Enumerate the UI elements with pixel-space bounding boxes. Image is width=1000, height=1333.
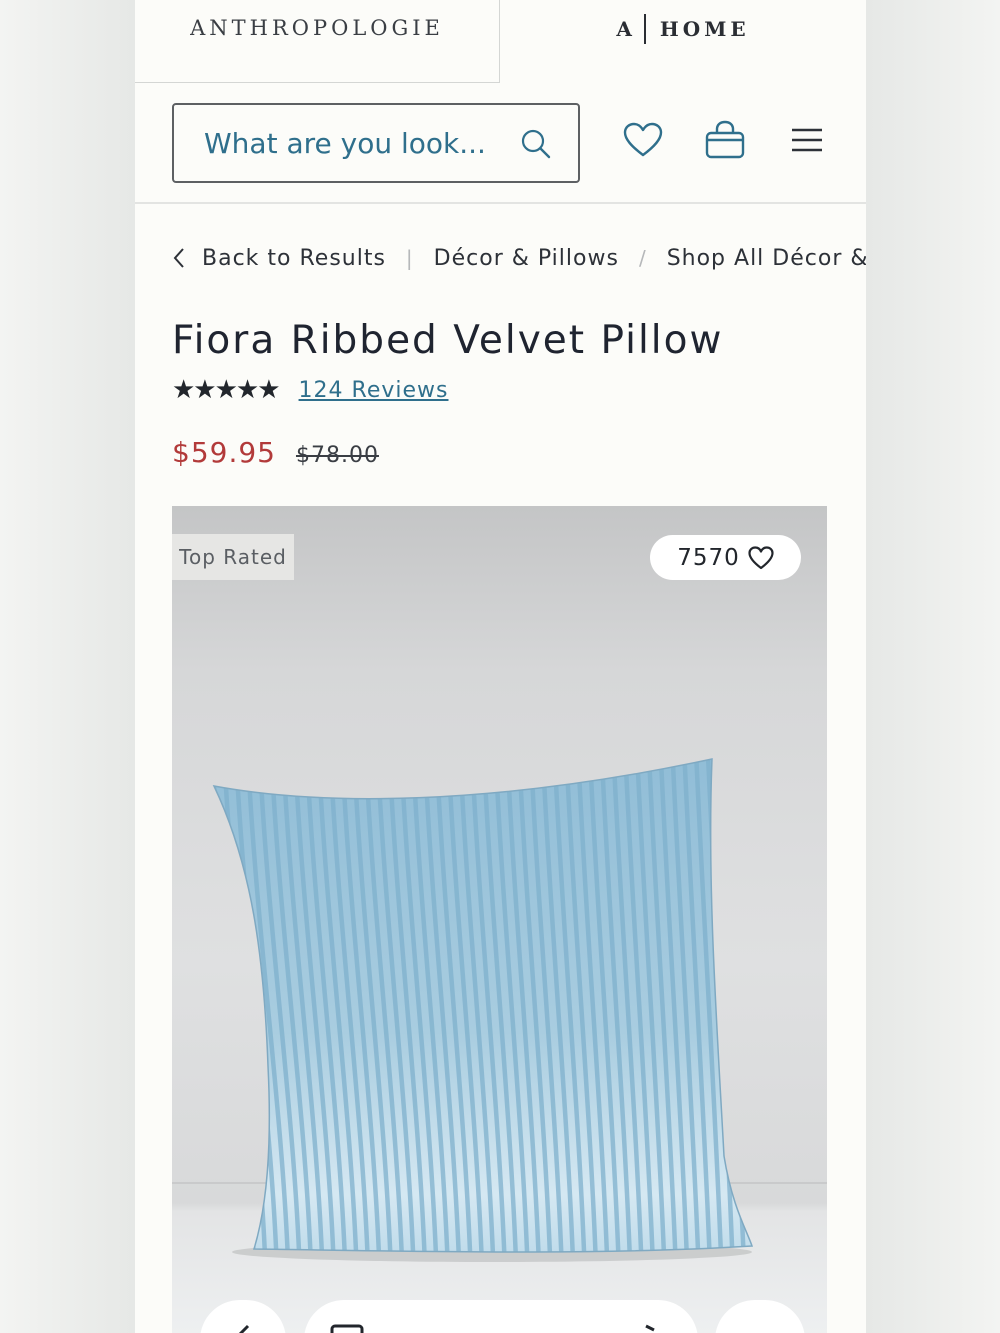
- action-icons: [330, 1324, 655, 1333]
- breadcrumb: Back to Results | Décor & Pillows / Shop…: [172, 240, 866, 276]
- anthropologie-logo: ANTHROPOLOGIE: [190, 16, 444, 40]
- breadcrumb-shop-all[interactable]: Shop All Décor & Pillo: [667, 246, 866, 271]
- floating-back-button[interactable]: [200, 1300, 286, 1333]
- original-price: $78.00: [295, 443, 379, 468]
- breadcrumb-decor-pillows[interactable]: Décor & Pillows: [434, 246, 619, 271]
- chevron-left-icon: [173, 248, 184, 268]
- favorite-button[interactable]: 7570: [650, 535, 801, 580]
- floating-action-bar[interactable]: [304, 1300, 698, 1333]
- pillow-image: [212, 758, 754, 1262]
- reviews-link[interactable]: 124 Reviews: [299, 378, 449, 403]
- product-rating: ★★★★★ 124 Reviews: [172, 375, 449, 405]
- left-backdrop: [0, 0, 135, 1333]
- wishlist-button[interactable]: [621, 118, 665, 162]
- tab-anthropologie[interactable]: ANTHROPOLOGIE: [135, 0, 500, 83]
- tab-anthropologie-home[interactable]: A HOME: [500, 0, 866, 82]
- search-icon[interactable]: [520, 128, 552, 160]
- home-logo-letter: A: [616, 17, 636, 41]
- heart-outline-icon: [748, 545, 774, 569]
- home-logo-word: HOME: [659, 17, 750, 41]
- home-logo: A HOME: [616, 14, 749, 44]
- shopping-bag-icon: [705, 120, 745, 159]
- site-header: [135, 84, 866, 204]
- home-logo-divider: [643, 14, 646, 44]
- favorites-count: 7570: [677, 544, 740, 571]
- product-page: ANTHROPOLOGIE A HOME What are you look..…: [135, 0, 866, 1333]
- sale-price: $59.95: [172, 436, 276, 469]
- cart-button[interactable]: [703, 118, 747, 162]
- rating-stars: ★★★★★: [172, 375, 281, 405]
- back-to-results-link[interactable]: Back to Results: [172, 246, 386, 271]
- product-title: Fiora Ribbed Velvet Pillow: [172, 318, 724, 363]
- menu-button[interactable]: [785, 118, 829, 162]
- top-rated-badge: Top Rated: [172, 534, 294, 580]
- menu-icon: [792, 128, 822, 152]
- price: $59.95 $78.00: [172, 436, 379, 469]
- search-box[interactable]: [172, 103, 580, 183]
- breadcrumb-separator: |: [405, 246, 414, 270]
- chevron-left-icon: [238, 1324, 250, 1333]
- brand-tabs: ANTHROPOLOGIE A HOME: [135, 0, 866, 84]
- search-input[interactable]: [202, 125, 506, 161]
- product-image[interactable]: Top Rated 7570: [172, 506, 827, 1333]
- heart-icon: [623, 122, 663, 157]
- right-backdrop: [866, 0, 1000, 1333]
- breadcrumb-separator: /: [638, 246, 647, 270]
- back-to-results-label: Back to Results: [202, 245, 386, 271]
